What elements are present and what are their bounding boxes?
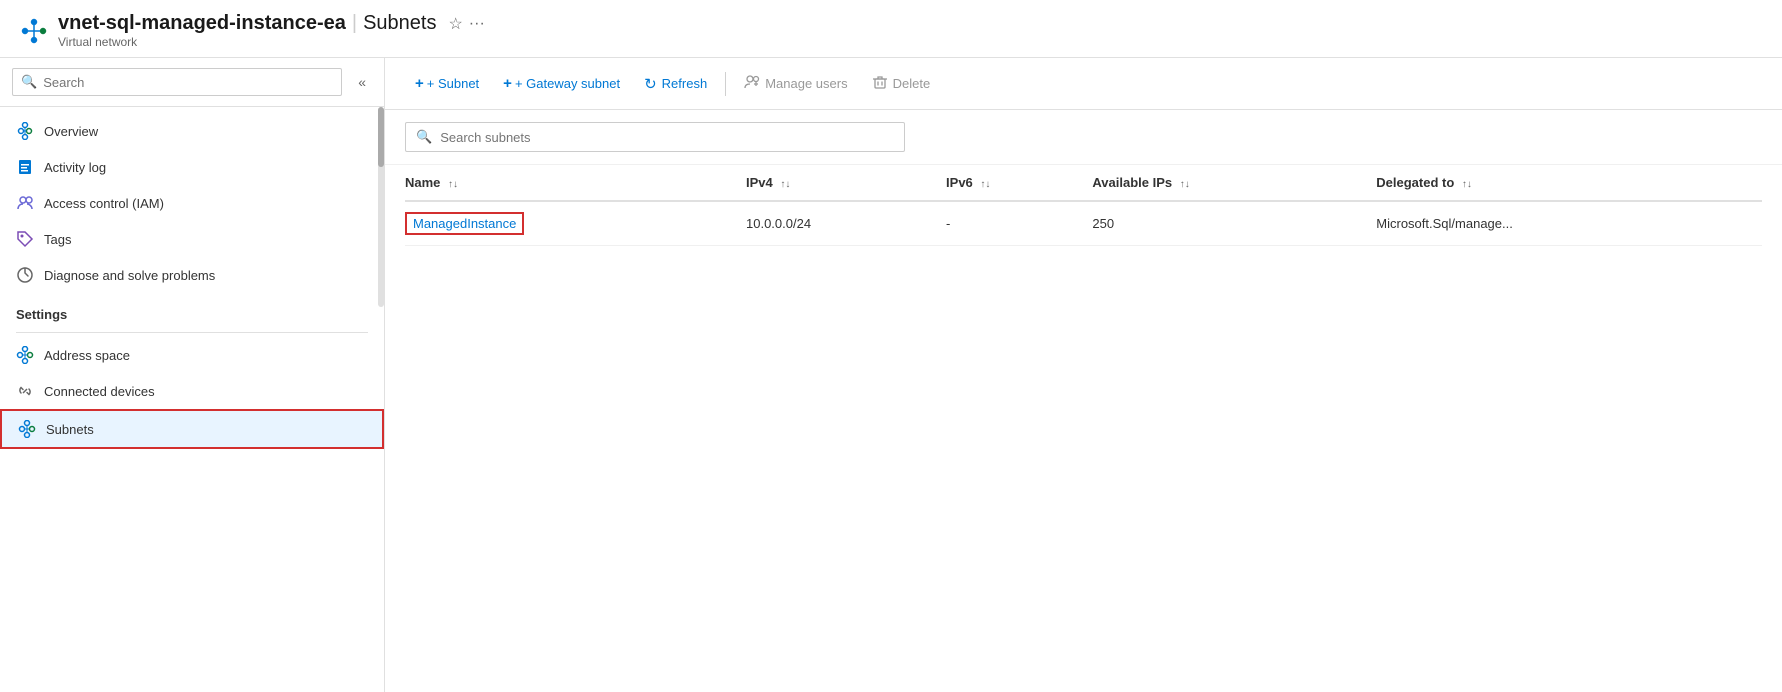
col-name: Name ↑↓: [405, 165, 746, 201]
resource-name: vnet-sql-managed-instance-ea: [58, 12, 346, 35]
col-ipv4: IPv4 ↑↓: [746, 165, 946, 201]
sidebar-item-label-diagnose: Diagnose and solve problems: [44, 268, 215, 283]
table-row: ManagedInstance 10.0.0.0/24 - 250 Micros…: [405, 201, 1762, 246]
sort-ipv4-icon[interactable]: ↑↓: [780, 179, 790, 190]
cell-ipv6: -: [946, 201, 1092, 246]
iam-icon: [16, 194, 34, 212]
vnet-icon: [20, 17, 48, 45]
cell-available-ips: 250: [1092, 201, 1376, 246]
managed-instance-link[interactable]: ManagedInstance: [405, 212, 524, 235]
collapse-sidebar-button[interactable]: «: [352, 72, 372, 92]
cell-name: ManagedInstance: [405, 201, 746, 246]
gateway-subnet-label: + Gateway subnet: [515, 76, 620, 91]
sidebar-nav: Overview Activity log Access control (IA…: [0, 107, 384, 455]
overview-icon: [16, 122, 34, 140]
sidebar-item-overview[interactable]: Overview: [0, 113, 384, 149]
subnets-search-input[interactable]: [440, 130, 894, 145]
search-input[interactable]: [43, 75, 333, 90]
page-header: vnet-sql-managed-instance-ea | Subnets ☆…: [0, 0, 1782, 58]
sidebar: 🔍 « Overview: [0, 58, 385, 692]
delete-label: Delete: [893, 76, 931, 91]
add-subnet-button[interactable]: + + Subnet: [405, 69, 489, 98]
refresh-button[interactable]: ↻ Refresh: [634, 69, 717, 99]
settings-section-title: Settings: [0, 293, 384, 328]
sidebar-item-subnets[interactable]: Subnets: [0, 409, 384, 449]
subnets-table: Name ↑↓ IPv4 ↑↓ IPv6 ↑↓ Available IPs: [405, 165, 1762, 246]
sort-available-icon[interactable]: ↑↓: [1180, 179, 1190, 190]
table-body: ManagedInstance 10.0.0.0/24 - 250 Micros…: [405, 201, 1762, 246]
subnets-table-container: Name ↑↓ IPv4 ↑↓ IPv6 ↑↓ Available IPs: [385, 165, 1782, 692]
manage-users-button[interactable]: Manage users: [734, 68, 857, 99]
add-gateway-subnet-button[interactable]: + + Gateway subnet: [493, 69, 630, 98]
add-subnet-label: + Subnet: [427, 76, 479, 91]
toolbar-separator: [725, 72, 726, 96]
add-subnet-icon: +: [415, 75, 424, 92]
table-header: Name ↑↓ IPv4 ↑↓ IPv6 ↑↓ Available IPs: [405, 165, 1762, 201]
sort-name-icon[interactable]: ↑↓: [448, 179, 458, 190]
delete-button[interactable]: Delete: [862, 68, 941, 99]
sidebar-item-access-control[interactable]: Access control (IAM): [0, 185, 384, 221]
sidebar-item-label-overview: Overview: [44, 124, 98, 139]
diagnose-icon: [16, 266, 34, 284]
sidebar-item-tags[interactable]: Tags: [0, 221, 384, 257]
col-available-ips: Available IPs ↑↓: [1092, 165, 1376, 201]
cell-ipv4: 10.0.0.0/24: [746, 201, 946, 246]
more-icon[interactable]: ···: [469, 15, 485, 33]
gateway-subnet-icon: +: [503, 75, 512, 92]
delete-icon: [872, 74, 888, 93]
title-separator: |: [352, 12, 357, 35]
refresh-label: Refresh: [662, 76, 708, 91]
sidebar-item-diagnose[interactable]: Diagnose and solve problems: [0, 257, 384, 293]
col-delegated-to: Delegated to ↑↓: [1376, 165, 1762, 201]
col-ipv6: IPv6 ↑↓: [946, 165, 1092, 201]
manage-users-label: Manage users: [765, 76, 847, 91]
sidebar-item-activity-log[interactable]: Activity log: [0, 149, 384, 185]
sort-delegated-icon[interactable]: ↑↓: [1462, 179, 1472, 190]
sidebar-item-connected-devices[interactable]: Connected devices: [0, 373, 384, 409]
cell-delegated-to: Microsoft.Sql/manage...: [1376, 201, 1762, 246]
connected-devices-icon: [16, 382, 34, 400]
content-area: + + Subnet + + Gateway subnet ↻ Refresh …: [385, 58, 1782, 692]
sort-ipv6-icon[interactable]: ↑↓: [980, 179, 990, 190]
address-space-icon: [16, 346, 34, 364]
resource-type: Virtual network: [58, 35, 485, 49]
settings-divider: [16, 332, 368, 333]
refresh-icon: ↻: [644, 75, 657, 93]
search-subnets-icon: 🔍: [416, 129, 432, 145]
activity-log-icon: [16, 158, 34, 176]
sidebar-item-label-address: Address space: [44, 348, 130, 363]
tags-icon: [16, 230, 34, 248]
resource-title: vnet-sql-managed-instance-ea | Subnets ☆…: [58, 12, 485, 49]
subnets-search-box[interactable]: 🔍: [405, 122, 905, 152]
page-title: Subnets: [363, 12, 436, 35]
sidebar-item-label-tags: Tags: [44, 232, 71, 247]
sidebar-item-label-connected: Connected devices: [44, 384, 155, 399]
toolbar: + + Subnet + + Gateway subnet ↻ Refresh …: [385, 58, 1782, 110]
subnets-icon: [18, 420, 36, 438]
manage-users-icon: [744, 74, 760, 93]
search-icon: 🔍: [21, 74, 37, 90]
sidebar-search-container: 🔍 «: [0, 58, 384, 107]
sidebar-item-address-space[interactable]: Address space: [0, 337, 384, 373]
content-search-area: 🔍: [385, 110, 1782, 165]
sidebar-item-label-iam: Access control (IAM): [44, 196, 164, 211]
sidebar-item-label-activity: Activity log: [44, 160, 106, 175]
favorite-icon[interactable]: ☆: [448, 14, 462, 34]
sidebar-item-label-subnets: Subnets: [46, 422, 94, 437]
sidebar-search-box[interactable]: 🔍: [12, 68, 342, 96]
